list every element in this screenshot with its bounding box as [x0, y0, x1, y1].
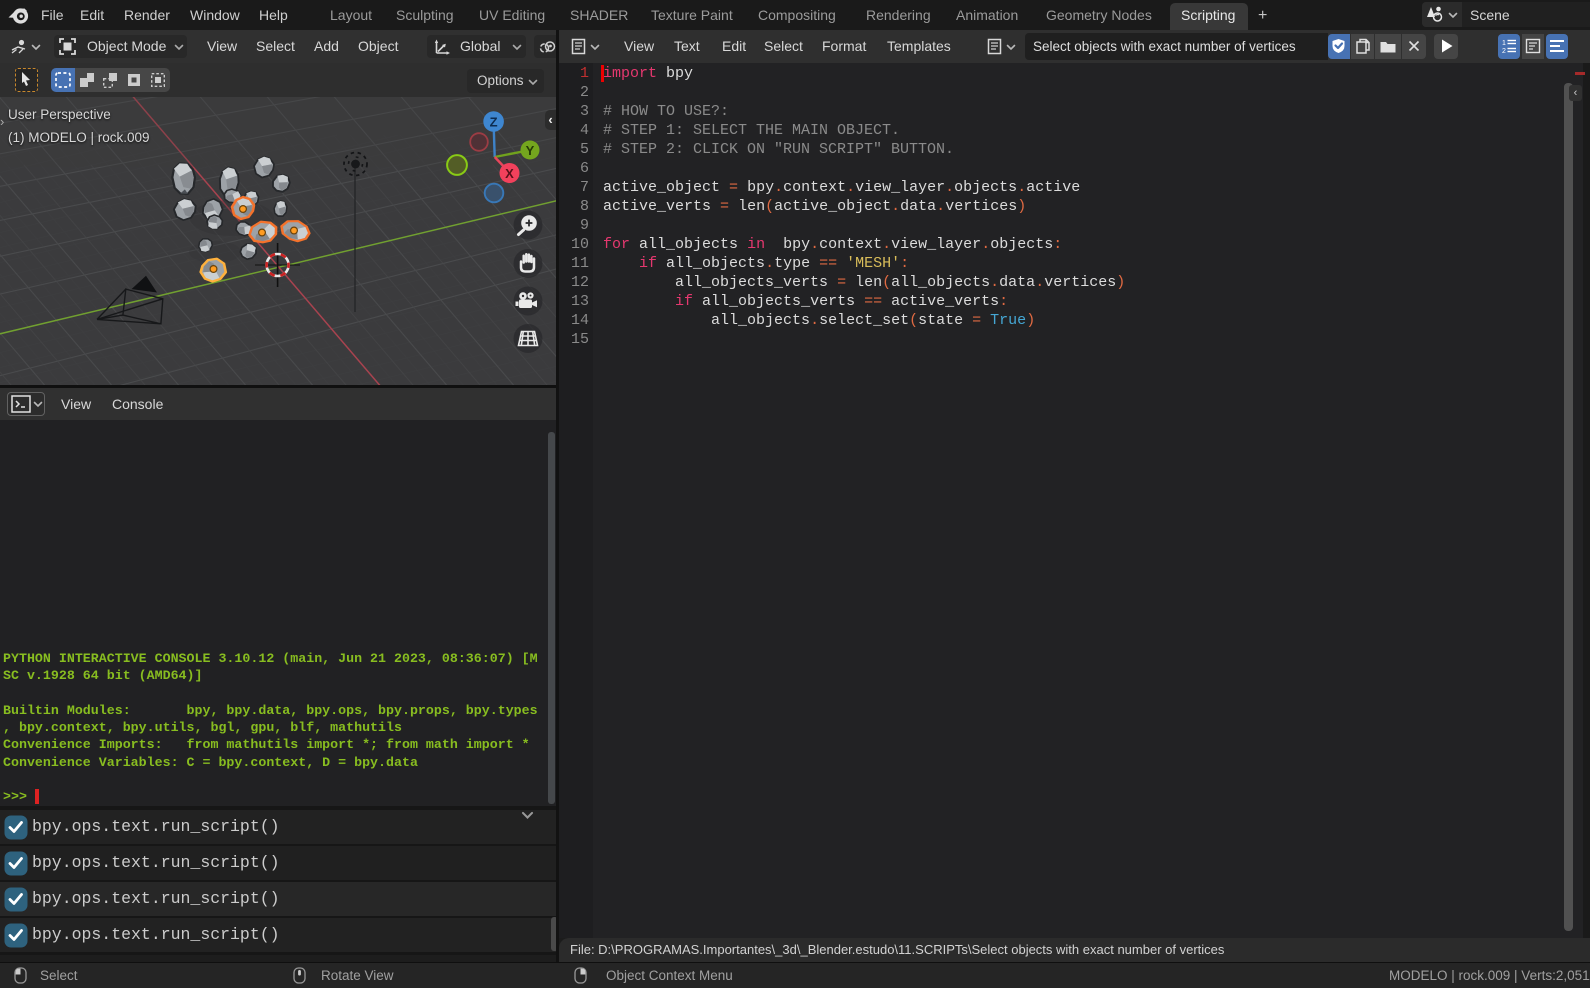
svg-text:1: 1 — [1502, 40, 1506, 47]
svg-text:X: X — [505, 166, 514, 181]
svg-text:Z: Z — [490, 114, 498, 129]
svg-text:2: 2 — [1502, 48, 1506, 54]
svg-text:Y: Y — [526, 143, 535, 158]
